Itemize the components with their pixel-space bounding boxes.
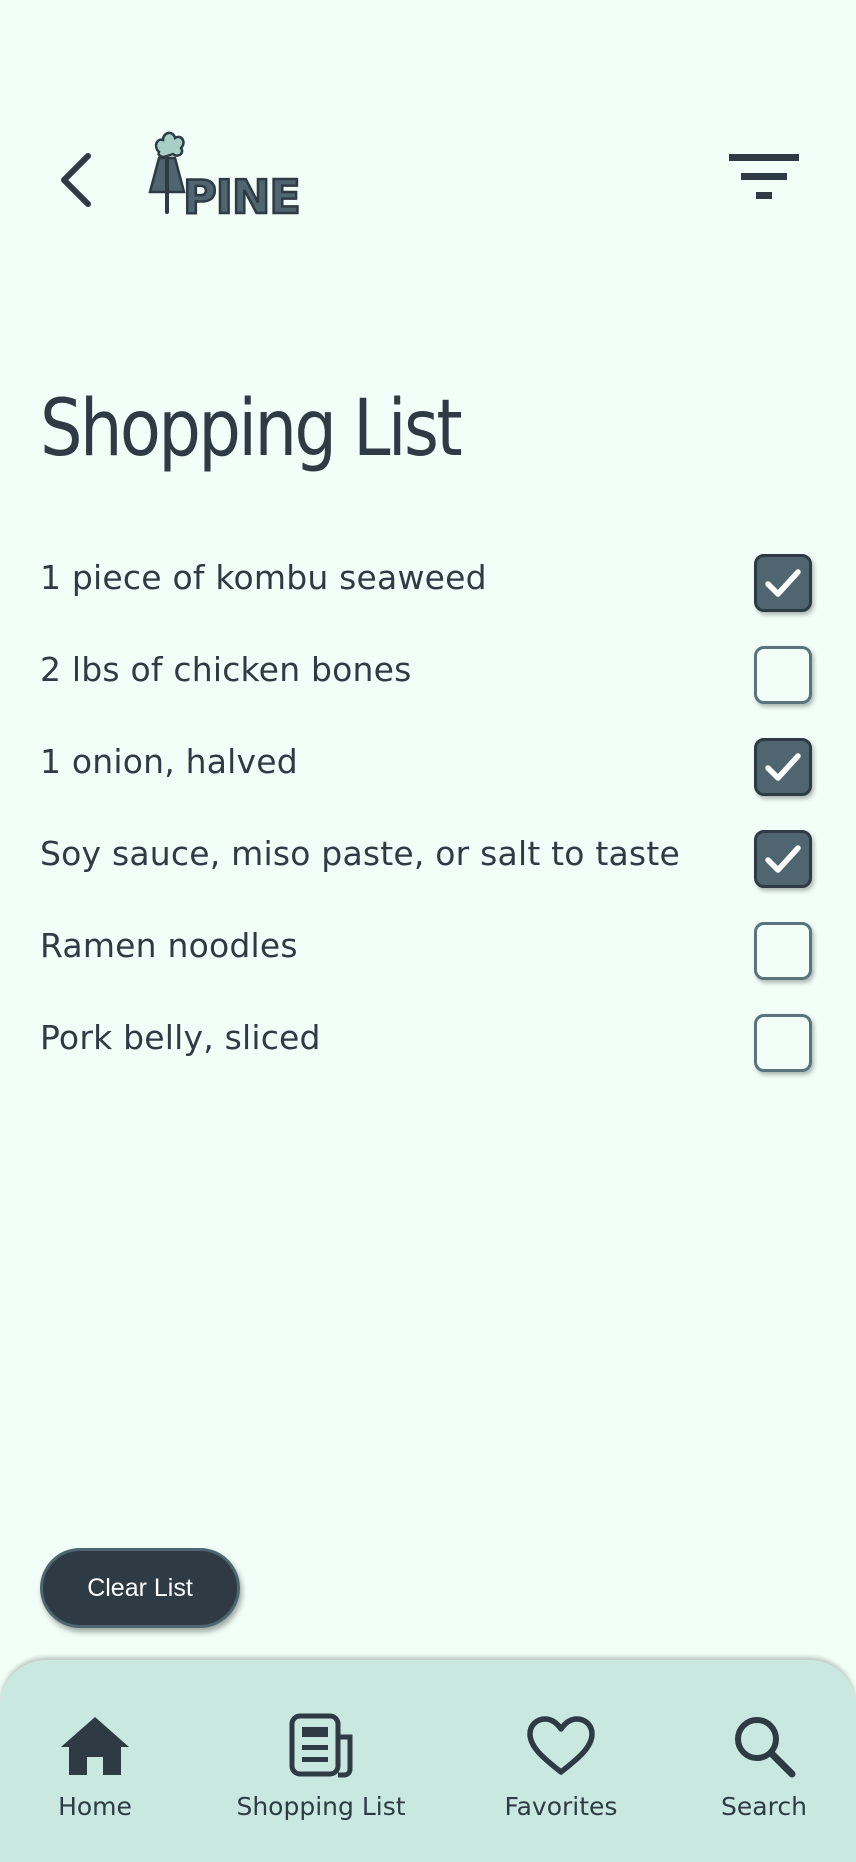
list-item: Soy sauce, miso paste, or salt to taste <box>0 814 856 906</box>
filter-icon <box>729 154 799 199</box>
nav-home[interactable]: Home <box>50 1710 140 1840</box>
tree-icon <box>148 131 186 214</box>
search-icon <box>735 1717 796 1778</box>
item-checkbox[interactable] <box>754 554 812 612</box>
app-header: PINE <box>0 0 856 300</box>
item-checkbox[interactable] <box>754 646 812 704</box>
item-checkbox[interactable] <box>754 738 812 796</box>
nav-search-label: Search <box>721 1792 807 1821</box>
checkmark-icon <box>765 753 801 781</box>
list-item: Ramen noodles <box>0 906 856 998</box>
item-label: Soy sauce, miso paste, or salt to taste <box>40 834 680 873</box>
list-item: 1 onion, halved <box>0 722 856 814</box>
clear-list-button[interactable]: Clear List <box>40 1548 240 1628</box>
back-button[interactable] <box>46 140 106 220</box>
list-item: 2 lbs of chicken bones <box>0 630 856 722</box>
list-icon <box>289 1713 353 1778</box>
home-icon <box>61 1717 129 1775</box>
bottom-navigation: Home Shopping List Favorites Search <box>0 1660 856 1862</box>
nav-favorites-label: Favorites <box>504 1792 618 1821</box>
nav-shopping-list-label: Shopping List <box>236 1792 406 1821</box>
nav-home-label: Home <box>58 1792 132 1821</box>
item-checkbox[interactable] <box>754 922 812 980</box>
pine-logo: PINE <box>145 126 315 225</box>
nav-search[interactable]: Search <box>718 1710 810 1840</box>
chevron-left-icon <box>61 153 91 207</box>
item-label: 1 onion, halved <box>40 742 298 781</box>
item-label: Ramen noodles <box>40 926 298 965</box>
item-checkbox[interactable] <box>754 830 812 888</box>
checkmark-icon <box>765 845 801 873</box>
nav-favorites[interactable]: Favorites <box>502 1710 620 1840</box>
item-label: 1 piece of kombu seaweed <box>40 558 487 597</box>
nav-shopping-list[interactable]: Shopping List <box>236 1710 406 1840</box>
heart-icon <box>527 1716 595 1775</box>
filter-button[interactable] <box>720 145 810 215</box>
svg-text:PINE: PINE <box>183 170 300 218</box>
page-title: Shopping List <box>40 384 463 474</box>
list-item: Pork belly, sliced <box>0 998 856 1090</box>
item-label: Pork belly, sliced <box>40 1018 321 1057</box>
item-checkbox[interactable] <box>754 1014 812 1072</box>
list-item: 1 piece of kombu seaweed <box>0 538 856 630</box>
shopping-list: 1 piece of kombu seaweed 2 lbs of chicken… <box>0 538 856 1090</box>
checkmark-icon <box>765 569 801 597</box>
item-label: 2 lbs of chicken bones <box>40 650 412 689</box>
